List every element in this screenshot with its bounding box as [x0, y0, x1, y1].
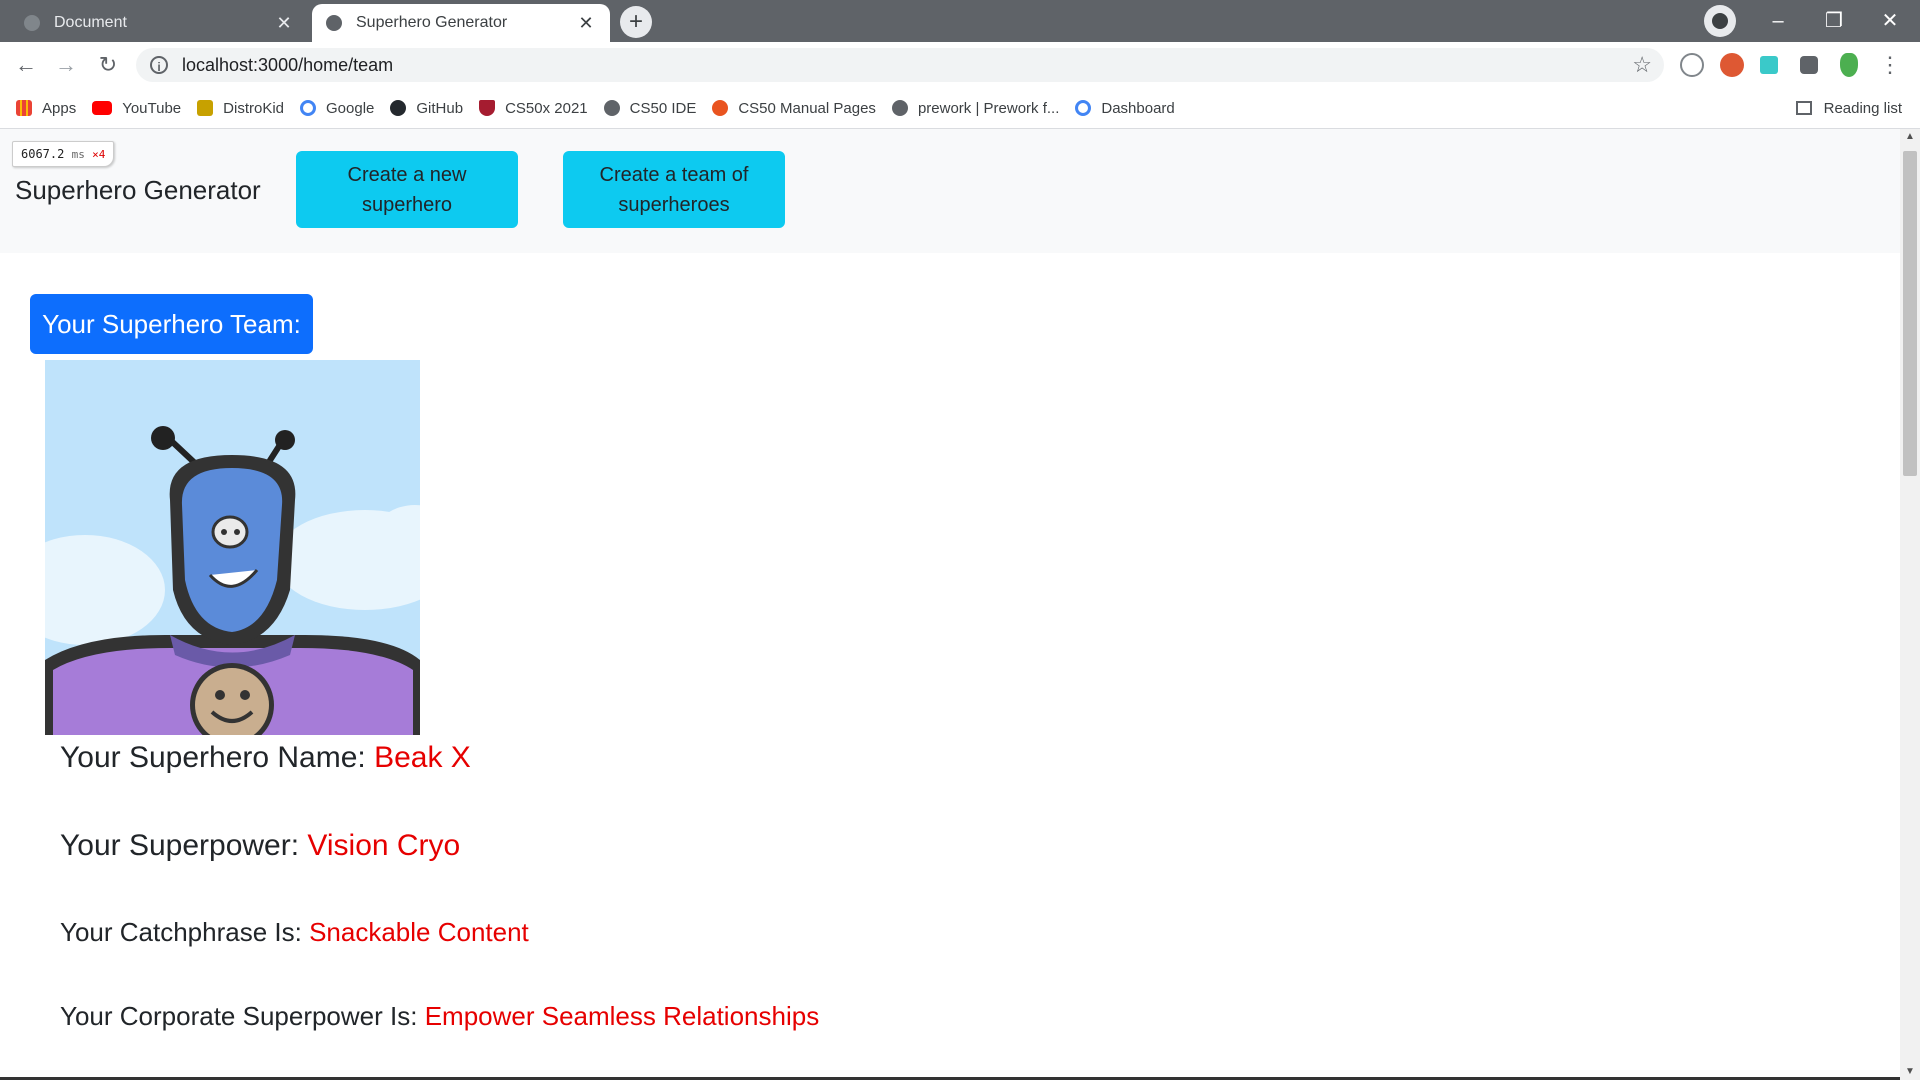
scroll-up-arrow-icon[interactable]: ▲	[1900, 129, 1920, 145]
bookmark-label: Dashboard	[1101, 99, 1175, 117]
bookmark-distrokid[interactable]: DistroKid	[197, 100, 284, 117]
bookmark-google[interactable]: Google	[300, 100, 374, 117]
tab-strip: Document ✕ Superhero Generator ✕ + – ❐ ✕	[0, 0, 1920, 42]
corporate-superpower-value: Empower Seamless Relationships	[424, 1001, 820, 1031]
scroll-down-arrow-icon[interactable]: ▼	[1900, 1064, 1920, 1080]
site-info-icon[interactable]: i	[150, 56, 168, 74]
bookmark-label: prework | Prework f...	[917, 99, 1060, 117]
page-viewport: 6067.2 ms ×4 Superhero Generator Create …	[0, 129, 1900, 1080]
globe-icon	[603, 100, 620, 116]
tab-title: Document	[54, 14, 127, 31]
superpower-label: Your Superpower:	[60, 829, 308, 862]
bookmark-github[interactable]: GitHub	[390, 100, 463, 117]
bookmark-label: CS50x 2021	[505, 99, 588, 117]
back-arrow-icon[interactable]: ←	[12, 51, 40, 79]
render-timer-badge: 6067.2 ms ×4	[12, 141, 115, 167]
catchphrase-line: Your Catchphrase Is: Snackable Content	[60, 917, 529, 948]
catchphrase-label: Your Catchphrase Is:	[60, 917, 310, 947]
github-icon	[390, 100, 407, 116]
evernote-icon[interactable]	[1840, 53, 1858, 77]
team-badge-button[interactable]: Your Superhero Team:	[30, 294, 313, 354]
reading-list-label: Reading list	[1823, 99, 1902, 117]
button-label-line1: Create a team of	[599, 164, 749, 186]
bookmark-youtube[interactable]: YouTube	[92, 100, 181, 117]
toolbar: ← → ↻ i localhost:3000/home/team ☆ ⋮	[0, 42, 1920, 88]
minimize-button[interactable]: –	[1750, 6, 1806, 36]
bookmark-label: YouTube	[122, 99, 182, 117]
bookmark-prework[interactable]: prework | Prework f...	[891, 99, 1060, 117]
bookmark-label: CS50 Manual Pages	[738, 99, 876, 117]
url-text[interactable]: localhost:3000/home/team	[182, 55, 1632, 76]
superhero-name-value: Beak X	[374, 741, 471, 774]
google-icon	[1075, 100, 1092, 116]
superhero-name-label: Your Superhero Name:	[60, 741, 375, 774]
globe-icon	[24, 15, 40, 31]
bookmark-cs50-ide[interactable]: CS50 IDE	[603, 99, 697, 117]
bookmark-apps[interactable]: Apps	[16, 100, 76, 117]
bookmark-label: CS50 IDE	[629, 99, 697, 117]
tab-title: Superhero Generator	[356, 14, 508, 31]
harvard-shield-icon	[479, 100, 496, 116]
reading-list-button[interactable]: Reading list	[1795, 88, 1902, 128]
superhero-avatar-image	[45, 360, 420, 735]
restore-button[interactable]: ❐	[1806, 6, 1862, 36]
bookmark-label: GitHub	[416, 99, 464, 117]
new-tab-button[interactable]: +	[620, 6, 652, 38]
puzzle-icon[interactable]	[1800, 56, 1818, 74]
bookmark-star-icon[interactable]: ☆	[1632, 52, 1652, 78]
bookmark-label: Google	[326, 99, 375, 117]
bookmark-cs50-manual[interactable]: CS50 Manual Pages	[712, 100, 876, 117]
bookmark-dashboard[interactable]: Dashboard	[1075, 99, 1175, 117]
navbar-brand[interactable]: Superhero Generator	[15, 175, 261, 206]
catchphrase-value: Snackable Content	[309, 917, 529, 947]
close-window-button[interactable]: ✕	[1862, 6, 1918, 36]
create-team-button[interactable]: Create a team of superheroes	[563, 151, 785, 228]
app-navbar: 6067.2 ms ×4 Superhero Generator Create …	[0, 129, 1900, 253]
duckduckgo-icon[interactable]	[1720, 53, 1744, 77]
tab-superhero-generator[interactable]: Superhero Generator ✕	[312, 4, 610, 42]
youtube-icon	[92, 101, 113, 115]
extension-icon[interactable]	[1680, 53, 1704, 77]
close-icon[interactable]: ✕	[274, 13, 294, 34]
corporate-superpower-label: Your Corporate Superpower Is:	[60, 1001, 425, 1031]
google-icon	[300, 100, 317, 116]
menu-kebab-icon[interactable]: ⋮	[1876, 51, 1904, 79]
create-superhero-button[interactable]: Create a new superhero	[296, 151, 518, 228]
superpower-line: Your Superpower: Vision Cryo	[60, 829, 460, 863]
distrokid-icon	[197, 100, 214, 116]
bookmark-cs50x[interactable]: CS50x 2021	[479, 100, 588, 117]
timer-value: 6067.2	[21, 147, 65, 161]
globe-icon	[326, 15, 342, 31]
reading-list-icon	[1795, 101, 1812, 115]
page-scrollbar[interactable]: ▲ ▼	[1900, 129, 1920, 1080]
button-label-line1: Create a new	[347, 164, 467, 186]
timer-multiplier: ×4	[92, 148, 106, 161]
close-icon[interactable]: ✕	[576, 13, 596, 34]
superhero-name-line: Your Superhero Name: Beak X	[60, 741, 471, 775]
tab-search-icon[interactable]	[1704, 5, 1736, 37]
corporate-superpower-line: Your Corporate Superpower Is: Empower Se…	[60, 1001, 819, 1032]
ubuntu-icon	[712, 100, 729, 116]
tab-document[interactable]: Document ✕	[10, 4, 308, 42]
globe-icon	[891, 100, 908, 116]
forward-arrow-icon[interactable]: →	[52, 51, 80, 79]
button-label-line2: superheroes	[618, 194, 730, 216]
superpower-value: Vision Cryo	[307, 829, 461, 862]
scrollbar-thumb[interactable]	[1903, 151, 1917, 476]
button-label-line2: superhero	[361, 194, 453, 216]
reload-icon[interactable]: ↻	[94, 51, 122, 79]
bookmark-label: Apps	[42, 99, 77, 117]
bookmarks-bar: Apps YouTube DistroKid Google GitHub CS5…	[0, 88, 1920, 129]
apps-grid-icon	[16, 100, 32, 116]
timer-unit: ms	[71, 148, 85, 161]
bookmark-label: DistroKid	[223, 99, 285, 117]
extension-n-icon[interactable]	[1760, 56, 1778, 74]
address-bar[interactable]: i localhost:3000/home/team ☆	[136, 48, 1664, 82]
